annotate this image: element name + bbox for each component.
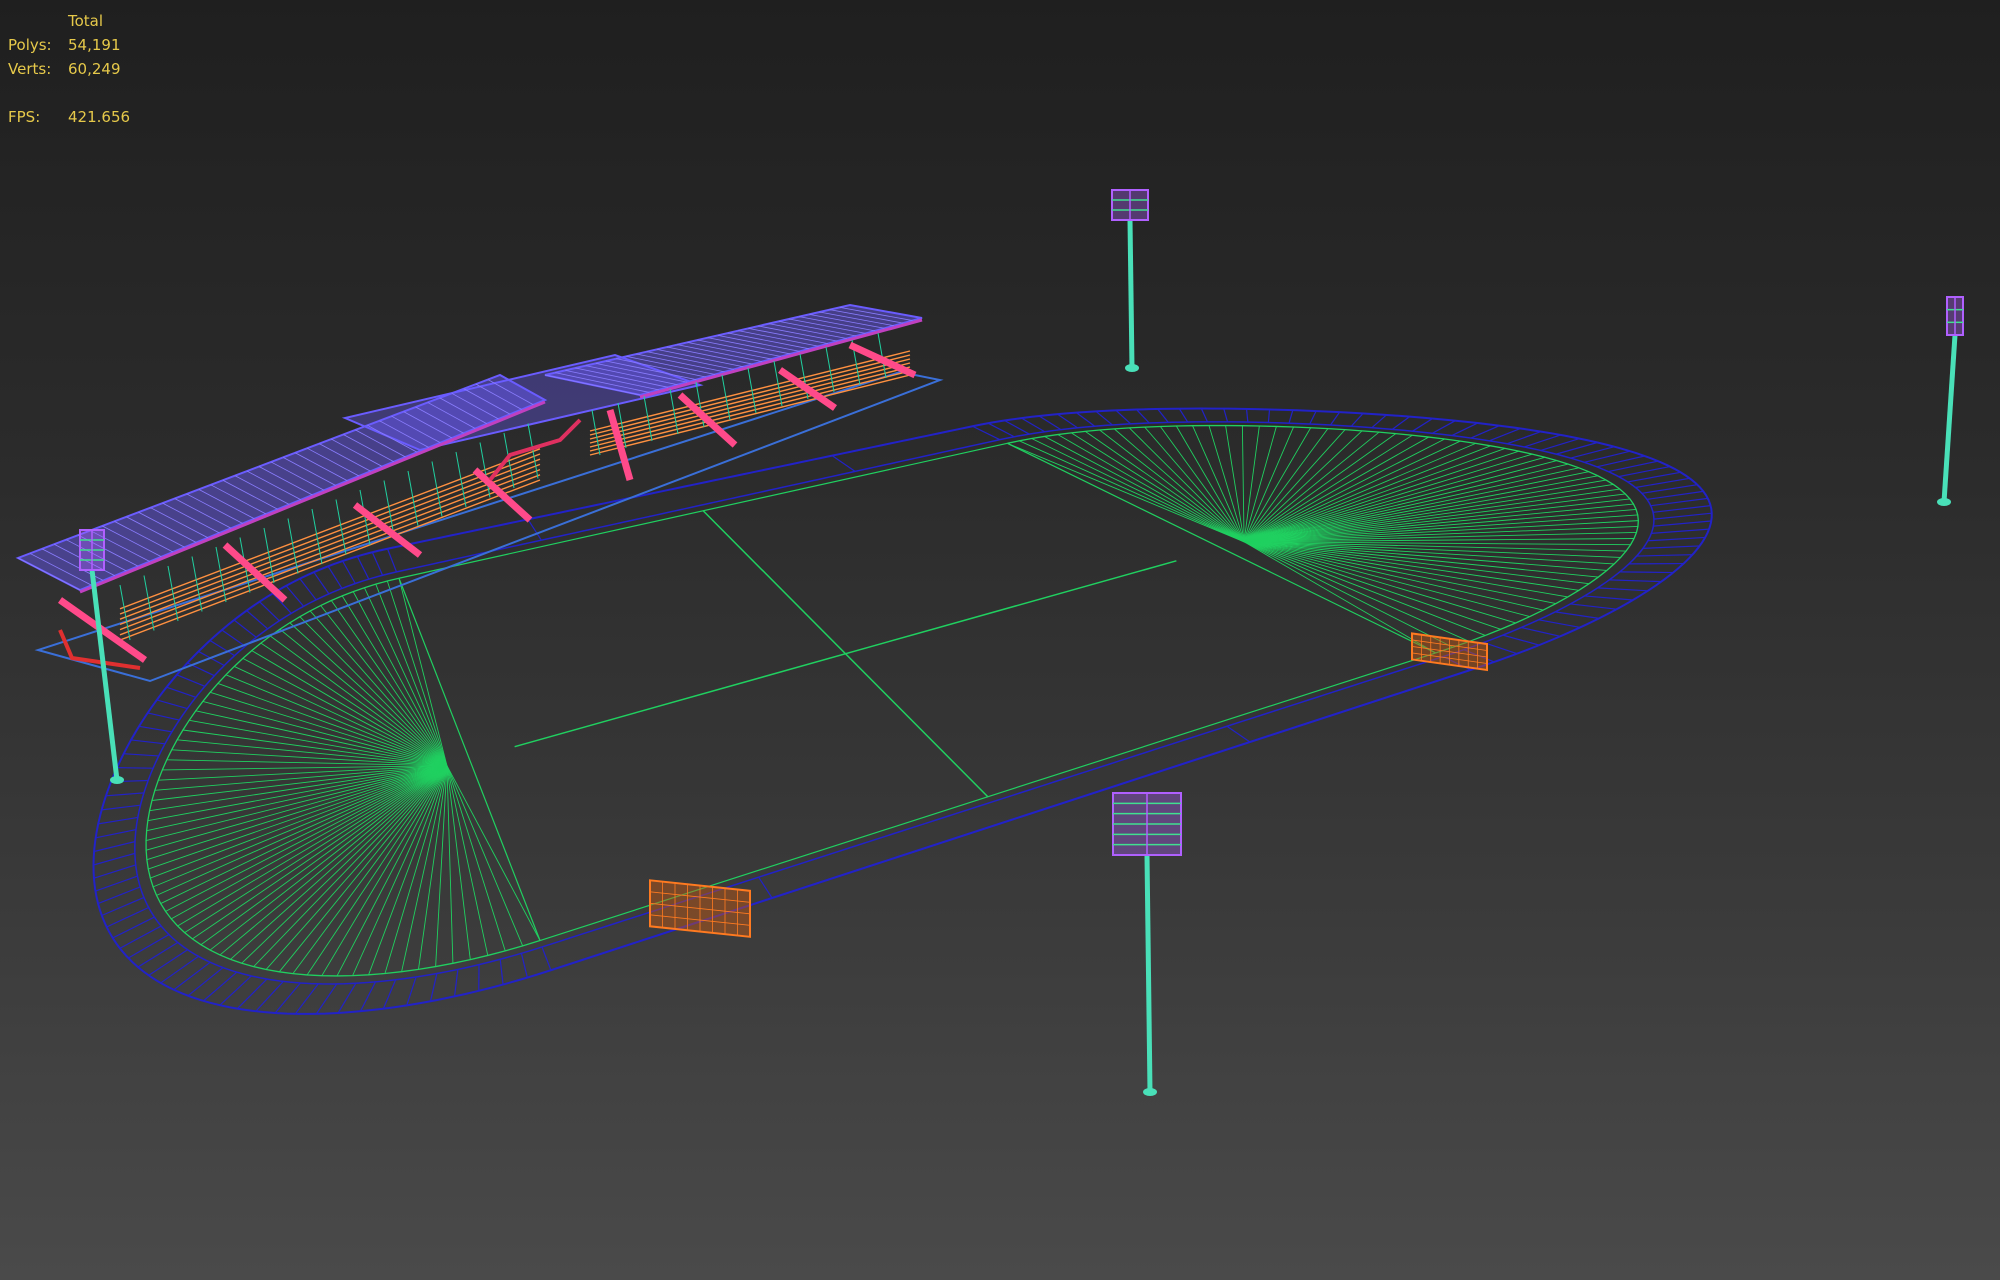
3d-viewport[interactable]: Total Polys: 54,191 Verts: 60,249 FPS: 421.… [0,0,2000,1280]
field-end-west [145,577,541,977]
stats-header: Total [68,12,104,30]
floodlight-east [1937,296,1964,506]
grandstand[interactable] [15,303,944,683]
field-end-east [1007,424,1639,654]
verts-value: 60,249 [68,60,121,78]
viewport-statistics: Total Polys: 54,191 Verts: 60,249 FPS: 421.… [8,9,130,129]
floodlights[interactable] [79,189,1964,1096]
wireframe-scene[interactable] [0,0,2000,1280]
polys-value: 54,191 [68,36,121,54]
floodlight-south [1112,792,1182,1096]
roof-front-edge-left [79,400,546,594]
goal-south [649,879,751,938]
floodlight-north [1111,189,1149,372]
verts-label: Verts: [8,60,52,78]
polys-label: Polys: [8,36,52,54]
goals[interactable] [649,632,1488,938]
center-line [514,560,1177,748]
fps-label: FPS: [8,108,41,126]
fps-value: 421.656 [68,108,131,126]
football-field[interactable] [145,424,1639,977]
